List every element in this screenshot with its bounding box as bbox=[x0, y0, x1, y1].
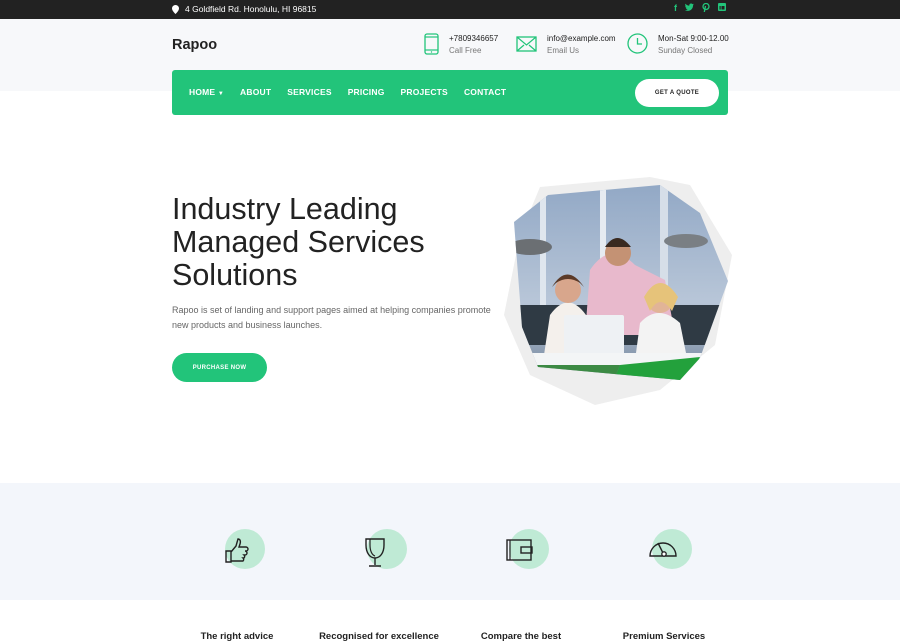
nav-item-projects[interactable]: PROJECTS bbox=[401, 87, 448, 97]
speedometer-icon bbox=[649, 542, 677, 557]
contact-phone: +7809346657 Call Free bbox=[424, 33, 498, 57]
hours-caption: Sunday Closed bbox=[658, 46, 713, 55]
phone-caption: Call Free bbox=[449, 46, 482, 55]
clock-icon bbox=[627, 33, 648, 54]
social-links: f bbox=[674, 2, 726, 14]
thumbs-up-icon bbox=[225, 538, 249, 563]
get-quote-button[interactable]: GET A QUOTE bbox=[635, 79, 719, 107]
hero-title-line2: Managed Services bbox=[172, 225, 425, 259]
main-nav: HOME ▼ ABOUT SERVICES PRICING PROJECTS C… bbox=[172, 70, 728, 115]
hero-image bbox=[504, 177, 732, 405]
nav-item-home[interactable]: HOME ▼ bbox=[189, 87, 224, 97]
wallet-icon bbox=[506, 539, 533, 561]
address-text: 4 Goldfield Rd. Honolulu, HI 96815 bbox=[185, 4, 317, 14]
nav-item-contact[interactable]: CONTACT bbox=[464, 87, 506, 97]
feature-label: The right advice bbox=[200, 631, 274, 642]
facebook-icon[interactable]: f bbox=[674, 3, 677, 14]
hero-title-line3: Solutions bbox=[172, 258, 298, 292]
logo[interactable]: Rapoo bbox=[172, 37, 217, 53]
phone-number[interactable]: +7809346657 bbox=[449, 33, 498, 45]
chevron-down-icon: ▼ bbox=[217, 91, 225, 97]
nav-item-services[interactable]: SERVICES bbox=[287, 87, 331, 97]
email-address[interactable]: info@example.com bbox=[547, 33, 616, 45]
nav-item-pricing[interactable]: PRICING bbox=[348, 87, 385, 97]
hours-text: Mon-Sat 9:00-12.00 bbox=[658, 34, 729, 43]
nav-item-about[interactable]: ABOUT bbox=[240, 87, 271, 97]
top-bar: 4 Goldfield Rd. Honolulu, HI 96815 f bbox=[0, 0, 900, 19]
trophy-icon bbox=[365, 538, 385, 567]
feature-label: Premium Services bbox=[622, 631, 706, 642]
hero-description: Rapoo is set of landing and support page… bbox=[172, 305, 491, 330]
contact-email: info@example.com Email Us bbox=[516, 33, 616, 57]
email-caption: Email Us bbox=[547, 46, 580, 55]
features-section: The right advice Recognised for excellen… bbox=[0, 483, 900, 642]
mail-icon bbox=[516, 36, 537, 52]
address: 4 Goldfield Rd. Honolulu, HI 96815 bbox=[172, 4, 316, 14]
contact-hours: Mon-Sat 9:00-12.00 Sunday Closed bbox=[627, 33, 729, 57]
feature-label: Recognised for excellence bbox=[319, 631, 439, 642]
nav-item-home-label: HOME bbox=[189, 87, 216, 97]
purchase-now-button[interactable]: PURCHASE NOW bbox=[172, 353, 267, 382]
linkedin-icon[interactable] bbox=[718, 3, 726, 14]
hero-title-line1: Industry Leading bbox=[172, 192, 398, 226]
phone-icon bbox=[424, 33, 439, 55]
twitter-icon[interactable] bbox=[685, 3, 694, 14]
location-pin-icon bbox=[172, 4, 179, 14]
hero-title: Industry Leading Managed Services Soluti… bbox=[172, 193, 425, 292]
feature-label: Compare the best bbox=[480, 631, 562, 642]
pinterest-icon[interactable] bbox=[702, 2, 710, 14]
